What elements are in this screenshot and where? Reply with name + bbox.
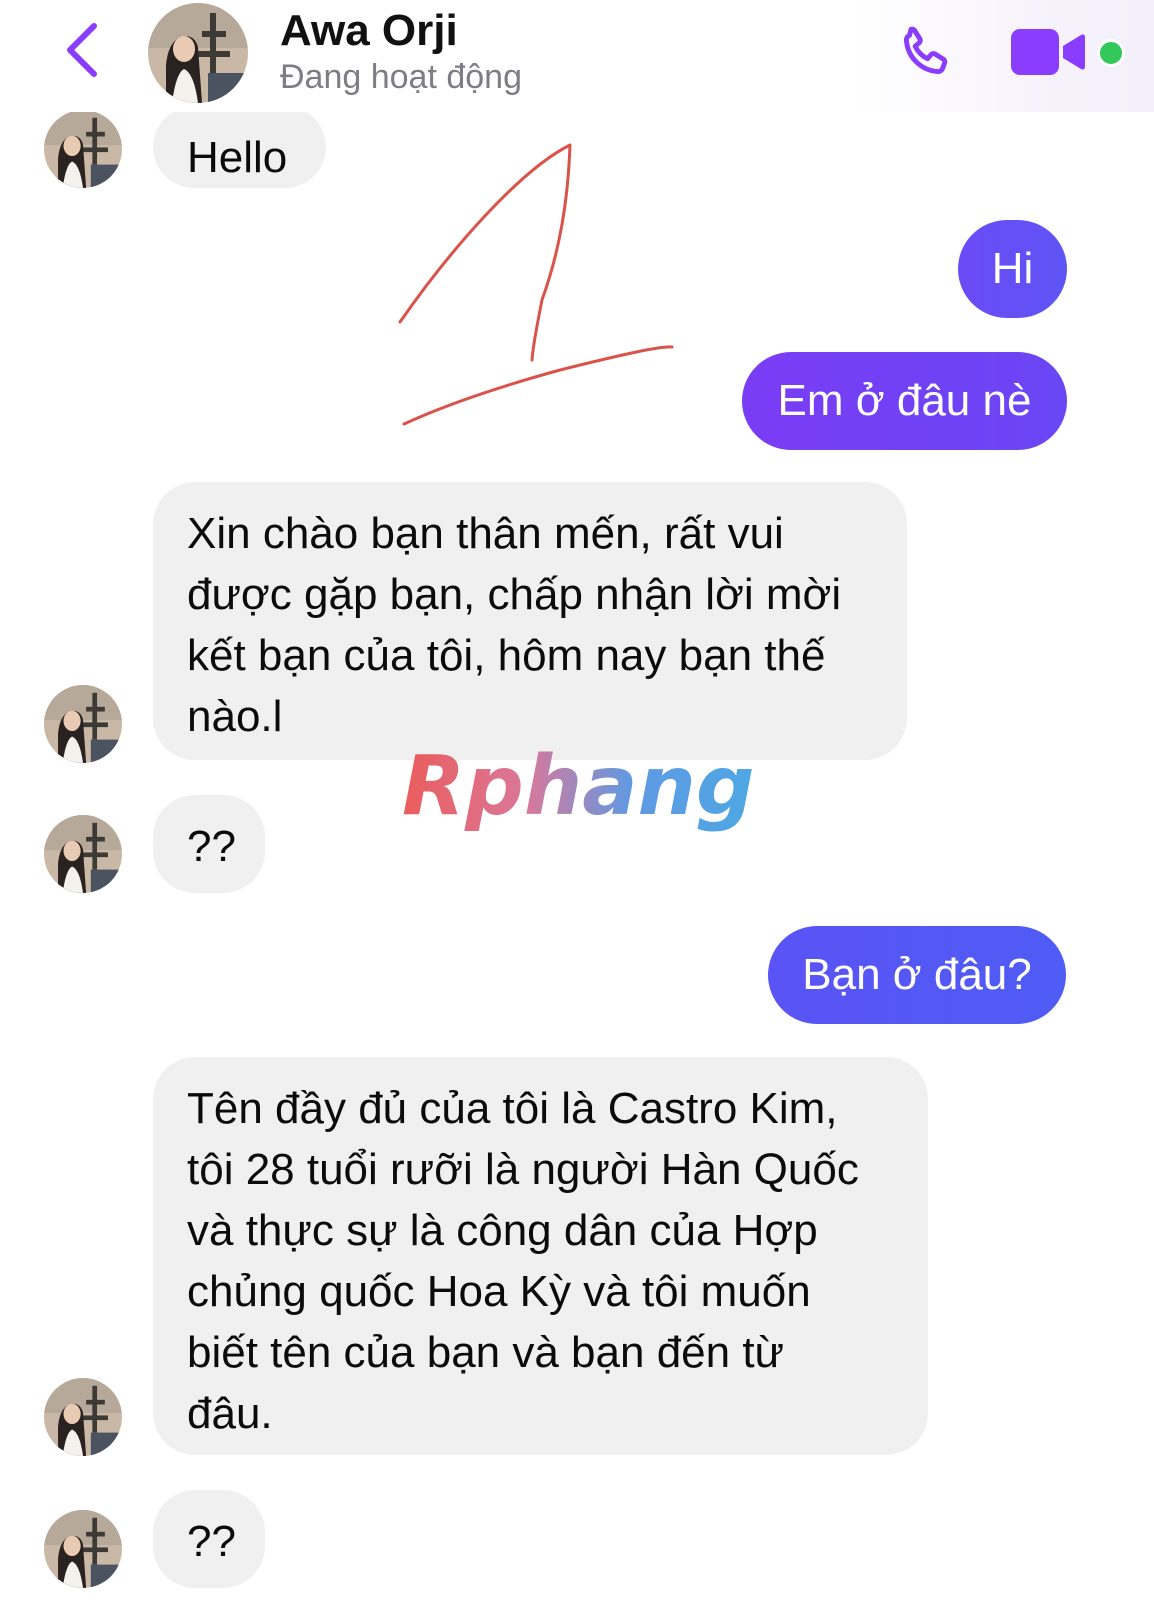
message-text-line: kết bạn của tôi, hôm nay bạn thế bbox=[187, 631, 826, 680]
sender-avatar[interactable] bbox=[44, 1378, 122, 1456]
message-text-line: được gặp bạn, chấp nhận lời mời bbox=[187, 570, 842, 619]
sender-avatar[interactable] bbox=[44, 1510, 122, 1588]
sender-avatar[interactable] bbox=[44, 110, 122, 188]
chat-screen: Awa Orji Đang hoạt động Hello Hi Em ở đâu … bbox=[0, 0, 1154, 1600]
outgoing-message-bubble[interactable]: Em ở đâu nè bbox=[742, 352, 1067, 450]
back-button[interactable] bbox=[52, 18, 112, 82]
message-text-line: ?? bbox=[187, 822, 236, 871]
video-call-button[interactable] bbox=[1006, 22, 1092, 82]
contact-avatar[interactable] bbox=[148, 3, 248, 103]
message-text-line: chủng quốc Hoa Kỳ và tôi muốn bbox=[187, 1267, 811, 1316]
message-text-line: tôi 28 tuổi rưỡi là người Hàn Quốc bbox=[187, 1145, 859, 1194]
message-text-line: đâu. bbox=[187, 1389, 273, 1438]
incoming-message-bubble[interactable]: Hello bbox=[153, 106, 326, 188]
incoming-message-bubble[interactable]: ?? bbox=[153, 1490, 265, 1588]
contact-name[interactable]: Awa Orji bbox=[280, 6, 458, 56]
message-text-line: Hello bbox=[187, 133, 288, 182]
phone-icon bbox=[903, 26, 948, 75]
outgoing-message-bubble[interactable]: Hi bbox=[958, 220, 1067, 318]
sender-avatar[interactable] bbox=[44, 685, 122, 763]
chat-header: Awa Orji Đang hoạt động bbox=[0, 0, 1154, 112]
contact-status: Đang hoạt động bbox=[280, 58, 522, 96]
online-status-dot bbox=[1097, 39, 1125, 67]
video-camera-icon bbox=[1011, 29, 1085, 75]
message-text-line: Tên đầy đủ của tôi là Castro Kim, bbox=[187, 1084, 838, 1133]
watermark-text: Rphang bbox=[402, 742, 755, 834]
message-text-line: ?? bbox=[187, 1517, 236, 1566]
message-text-line: Bạn ở đâu? bbox=[802, 950, 1032, 999]
watermark-logo: Rphang bbox=[402, 742, 755, 834]
message-text-line: Em ở đâu nè bbox=[777, 376, 1032, 425]
message-text-line: biết tên của bạn và bạn đến từ bbox=[187, 1328, 785, 1377]
message-text-line: Hi bbox=[991, 244, 1034, 293]
message-text-line: và thực sự là công dân của Hợp bbox=[187, 1206, 818, 1255]
incoming-message-bubble[interactable]: Xin chào bạn thân mến, rất vui được gặp b… bbox=[153, 482, 907, 760]
incoming-message-bubble[interactable]: Tên đầy đủ của tôi là Castro Kim, tôi 28 … bbox=[153, 1057, 928, 1455]
message-text-line: nào.l bbox=[187, 692, 283, 741]
voice-call-button[interactable] bbox=[890, 18, 960, 88]
sender-avatar[interactable] bbox=[44, 815, 122, 893]
incoming-message-bubble[interactable]: ?? bbox=[153, 795, 265, 893]
message-text-line: Xin chào bạn thân mến, rất vui bbox=[187, 509, 784, 558]
outgoing-message-bubble[interactable]: Bạn ở đâu? bbox=[768, 926, 1066, 1024]
chevron-left-icon bbox=[67, 23, 97, 77]
